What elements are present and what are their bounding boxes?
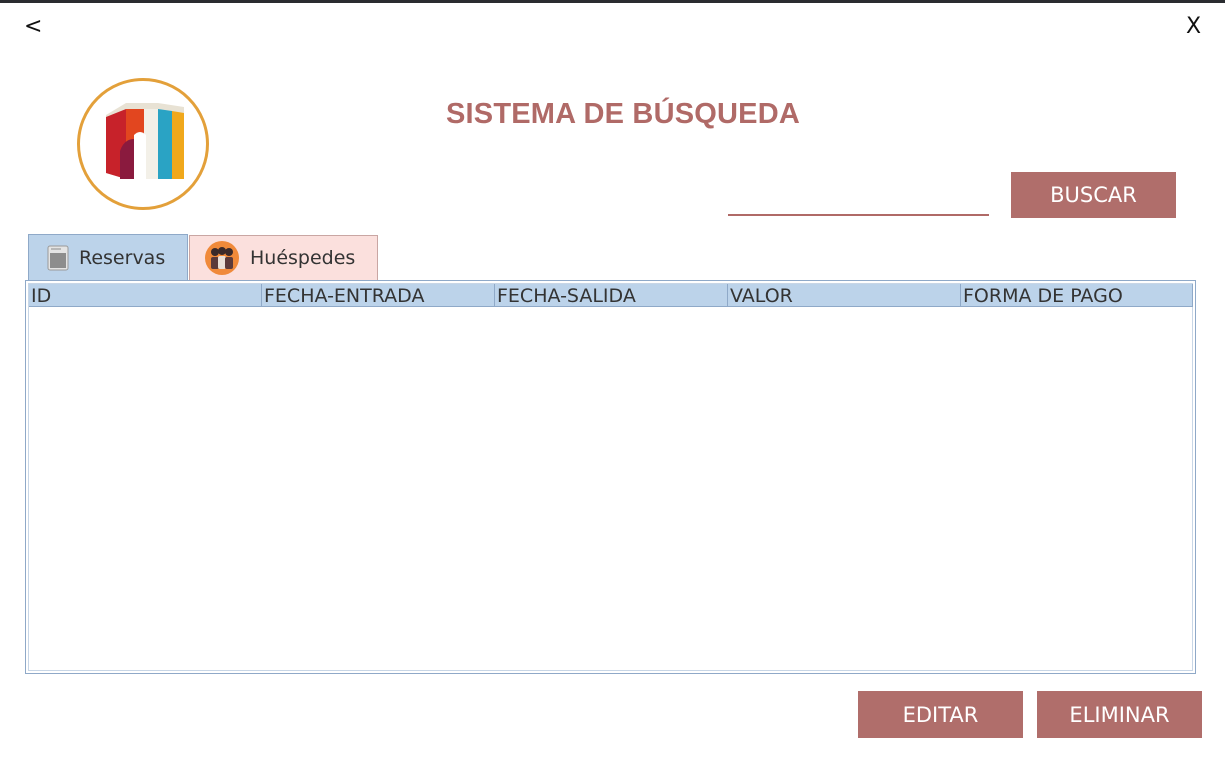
window-top-bar — [0, 0, 1225, 3]
table-viewport[interactable]: ID FECHA-ENTRADA FECHA-SALIDA VALOR FORM… — [28, 283, 1193, 671]
column-header-forma-de-pago[interactable]: FORMA DE PAGO — [961, 284, 1193, 306]
search-input[interactable] — [728, 178, 989, 216]
tab-huespedes[interactable]: Huéspedes — [189, 235, 378, 280]
hotel-logo — [77, 78, 209, 210]
column-header-fecha-entrada[interactable]: FECHA-ENTRADA — [262, 284, 495, 306]
tab-reservas-label: Reservas — [79, 247, 166, 269]
tab-reservas[interactable]: Reservas — [28, 234, 188, 281]
column-header-id[interactable]: ID — [29, 284, 262, 306]
column-header-valor[interactable]: VALOR — [728, 284, 961, 306]
tab-huespedes-label: Huéspedes — [250, 247, 356, 269]
delete-button[interactable]: ELIMINAR — [1037, 691, 1202, 738]
back-button[interactable]: < — [24, 14, 42, 39]
close-button[interactable]: X — [1186, 14, 1201, 39]
reservations-table[interactable]: ID FECHA-ENTRADA FECHA-SALIDA VALOR FORM… — [25, 280, 1196, 674]
table-header: ID FECHA-ENTRADA FECHA-SALIDA VALOR FORM… — [29, 284, 1193, 307]
search-button[interactable]: BUSCAR — [1011, 172, 1176, 218]
guests-icon — [204, 240, 240, 276]
hotel-logo-icon — [106, 103, 184, 179]
document-icon — [47, 245, 69, 271]
page-title: SISTEMA DE BÚSQUEDA — [446, 98, 800, 130]
column-header-fecha-salida[interactable]: FECHA-SALIDA — [495, 284, 728, 306]
edit-button[interactable]: EDITAR — [858, 691, 1023, 738]
